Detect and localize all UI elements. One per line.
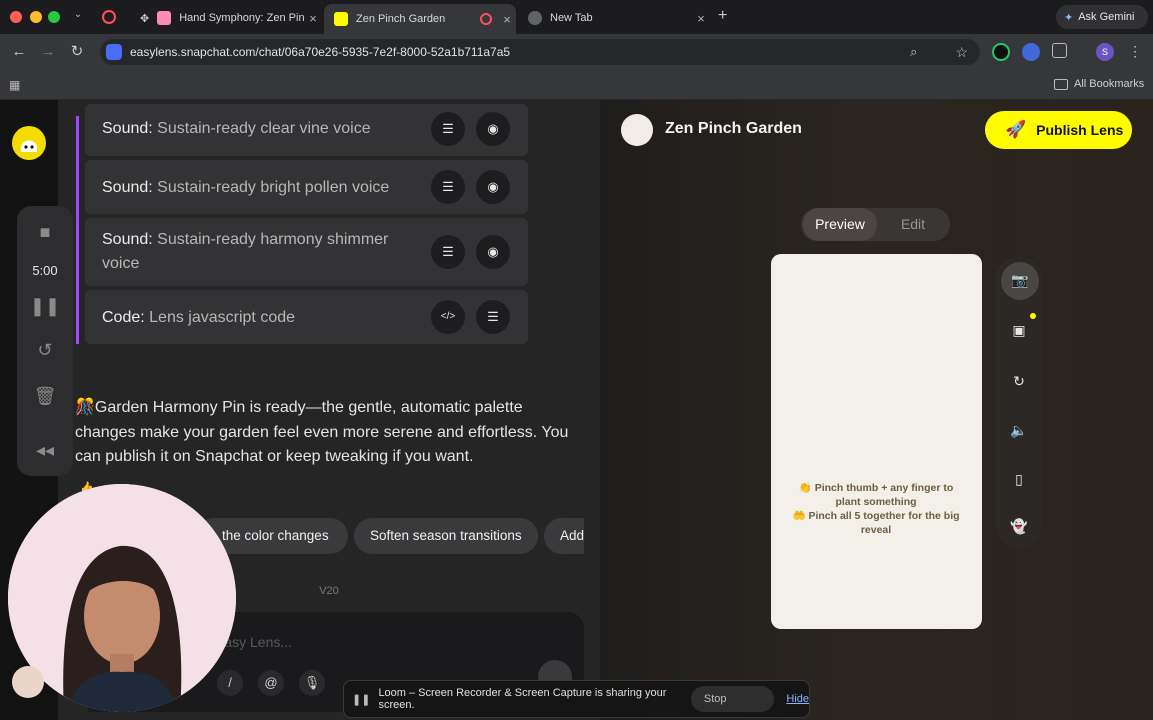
preview-eye-icon[interactable]: ◉ bbox=[476, 235, 510, 269]
tab-new-tab[interactable]: New Tab × bbox=[518, 4, 710, 32]
zoom-magnifier-icon[interactable]: ⌕ bbox=[910, 44, 917, 60]
bookmark-star-icon[interactable]: ☆ bbox=[955, 44, 968, 61]
preview-eye-icon[interactable]: ◉ bbox=[476, 112, 510, 146]
restart-recording-icon[interactable]: ↺ bbox=[17, 340, 73, 361]
adjust-sliders-icon[interactable]: ☰ bbox=[431, 235, 465, 269]
pause-icon: ❚❚ bbox=[352, 693, 371, 706]
suggestion-chip-add[interactable]: Add bbox=[544, 518, 584, 554]
lens-phone-preview[interactable] bbox=[771, 254, 982, 629]
confetti-emoji-icon: 🎊 bbox=[75, 399, 95, 416]
adjust-sliders-icon[interactable]: ☰ bbox=[476, 300, 510, 334]
lens-title: Zen Pinch Garden bbox=[665, 120, 802, 137]
adjust-sliders-icon[interactable]: ☰ bbox=[431, 170, 465, 204]
minimize-window-button[interactable] bbox=[30, 11, 42, 23]
close-tab-icon[interactable]: × bbox=[692, 11, 710, 26]
mention-button[interactable]: @ bbox=[258, 670, 284, 696]
refresh-icon[interactable]: ↻ bbox=[1001, 363, 1037, 399]
gemini-sparkle-icon: ✦ bbox=[1064, 11, 1074, 24]
chrome-favicon-icon bbox=[528, 11, 542, 25]
recording-timer: 5:00 bbox=[32, 263, 58, 278]
flower-favicon-icon bbox=[157, 11, 172, 25]
tab-group-icon: ✥ bbox=[140, 12, 150, 25]
back-arrow-icon[interactable]: ← bbox=[9, 42, 29, 62]
recording-indicator-icon bbox=[480, 13, 492, 25]
user-avatar[interactable] bbox=[12, 666, 44, 698]
bookmarks-bar: ▦ All Bookmarks bbox=[0, 70, 1153, 100]
forward-arrow-icon[interactable]: → bbox=[38, 42, 58, 62]
browser-menu-icon[interactable]: ⋮ bbox=[1128, 43, 1142, 60]
screen-share-notification: ❚❚ Loom – Screen Recorder & Screen Captu… bbox=[343, 680, 810, 720]
asset-card-sound-harmony[interactable]: Sound: Sustain-ready harmony shimmer voi… bbox=[85, 218, 528, 286]
asset-card-code[interactable]: Code: Lens javascript code </> ☰ bbox=[85, 290, 528, 344]
tab-zen-pinch-garden[interactable]: Zen Pinch Garden × bbox=[324, 4, 516, 34]
lens-instructions: 👏 Pinch thumb + any finger to plant some… bbox=[792, 482, 960, 536]
sound-speaker-icon[interactable]: 🔈 bbox=[1001, 412, 1037, 448]
folder-icon bbox=[1054, 78, 1068, 90]
adjust-sliders-icon[interactable]: ☰ bbox=[431, 112, 465, 146]
tab-preview[interactable]: Preview bbox=[803, 208, 877, 241]
stop-recording-icon[interactable]: ■ bbox=[17, 222, 73, 243]
close-tab-icon[interactable]: × bbox=[498, 12, 516, 27]
slash-command-button[interactable]: / bbox=[217, 670, 243, 696]
preview-edit-toggle: Preview Edit bbox=[801, 208, 950, 241]
extension-badge-icon[interactable] bbox=[1022, 43, 1040, 61]
close-tab-icon[interactable]: × bbox=[304, 11, 322, 26]
ask-gemini-button[interactable]: ✦ Ask Gemini bbox=[1056, 5, 1148, 29]
new-tab-plus-icon[interactable]: + bbox=[718, 7, 727, 25]
snapchat-ghost-icon[interactable]: 👻 bbox=[1001, 508, 1037, 544]
hide-link[interactable]: Hide bbox=[786, 693, 809, 705]
delete-recording-icon[interactable]: 🗑 bbox=[17, 386, 73, 407]
close-window-button[interactable] bbox=[10, 11, 22, 23]
extension-cursor-icon[interactable] bbox=[992, 43, 1010, 61]
stop-sharing-button[interactable]: Stop sharing bbox=[690, 686, 775, 720]
pause-recording-icon[interactable]: ❚❚ bbox=[17, 296, 73, 317]
browser-tab-bar: ⌄ ✥ Hand Symphony: Zen Pinch × Zen Pinch… bbox=[0, 0, 1153, 34]
site-info-icon[interactable] bbox=[106, 44, 122, 60]
tab-hand-symphony[interactable]: ✥ Hand Symphony: Zen Pinch × bbox=[130, 4, 322, 32]
collapse-panel-icon[interactable]: ◂◂ bbox=[17, 440, 73, 461]
asset-card-sound-vine[interactable]: Sound: Sustain-ready clear vine voice ☰ … bbox=[85, 104, 528, 156]
snap-favicon-icon bbox=[334, 12, 348, 26]
assistant-message: 🎊Garden Harmony Pin is ready—the gentle,… bbox=[75, 399, 569, 465]
rocket-icon: 🚀 bbox=[1005, 120, 1027, 139]
tab-edit[interactable]: Edit bbox=[879, 208, 947, 241]
mobile-device-icon[interactable]: ▯ bbox=[1001, 461, 1037, 497]
publish-lens-button[interactable]: 🚀 Publish Lens bbox=[985, 111, 1132, 149]
loom-recording-icon[interactable] bbox=[102, 10, 116, 24]
preview-eye-icon[interactable]: ◉ bbox=[476, 170, 510, 204]
view-code-icon[interactable]: </> bbox=[431, 300, 465, 334]
all-bookmarks-button[interactable]: All Bookmarks bbox=[1054, 78, 1144, 90]
notification-dot bbox=[1030, 313, 1036, 319]
camera-icon[interactable]: 📷 bbox=[1001, 262, 1039, 300]
extensions-puzzle-icon[interactable] bbox=[1052, 43, 1067, 58]
lens-icon bbox=[621, 114, 653, 146]
suggestion-chip-soften-seasons[interactable]: Soften season transitions bbox=[354, 518, 538, 554]
screen: ⌄ ✥ Hand Symphony: Zen Pinch × Zen Pinch… bbox=[0, 0, 1153, 720]
maximize-window-button[interactable] bbox=[48, 11, 60, 23]
apps-grid-icon[interactable]: ▦ bbox=[9, 78, 20, 92]
asset-list-accent-bar bbox=[76, 116, 79, 344]
easy-lens-logo-icon[interactable] bbox=[12, 126, 46, 160]
microphone-icon[interactable]: 🎙 bbox=[299, 670, 325, 696]
tab-search-chevron-icon[interactable]: ⌄ bbox=[70, 9, 86, 25]
reload-icon[interactable]: ↻ bbox=[67, 42, 87, 62]
omnibox[interactable]: easylens.snapchat.com/chat/06a70e26-5935… bbox=[100, 39, 980, 65]
profile-avatar[interactable]: S bbox=[1096, 43, 1114, 61]
address-bar-row: ← → ↻ easylens.snapchat.com/chat/06a70e2… bbox=[0, 34, 1153, 70]
asset-card-sound-pollen[interactable]: Sound: Sustain-ready bright pollen voice… bbox=[85, 160, 528, 214]
loom-control-panel: ■ 5:00 ❚❚ ↺ 🗑 ◂◂ bbox=[17, 206, 73, 476]
